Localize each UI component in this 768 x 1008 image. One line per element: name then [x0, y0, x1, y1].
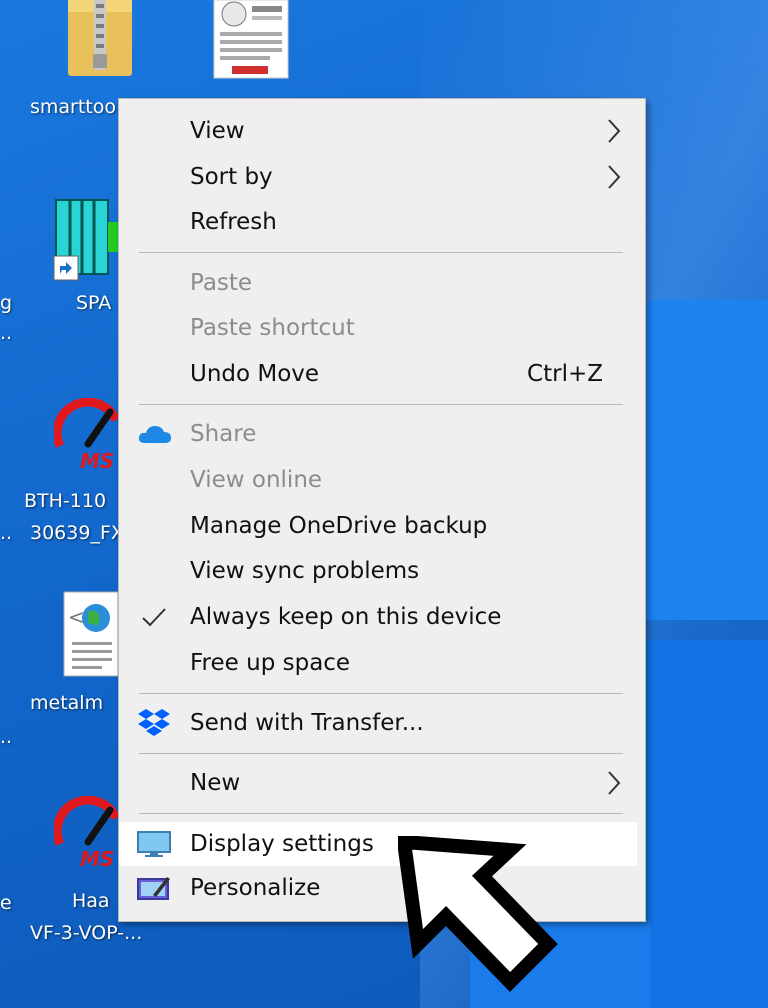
truncated-label-fragment: ..: [0, 322, 13, 344]
document-icon[interactable]: [212, 0, 290, 80]
menu-item-refresh[interactable]: Refresh: [119, 200, 645, 244]
menu-item-paste[interactable]: Paste: [119, 261, 645, 305]
menu-item-personalize[interactable]: Personalize: [119, 866, 645, 910]
desktop-icon-label[interactable]: 30639_FX: [30, 522, 124, 544]
personalize-icon: [137, 877, 170, 900]
menu-item-label: New: [190, 770, 241, 796]
wallpaper-pane: [640, 300, 768, 620]
menu-separator: [139, 693, 623, 694]
chevron-right-icon: [608, 771, 621, 795]
truncated-label-fragment: e: [0, 892, 12, 914]
desktop-context-menu: View Sort by Refresh Paste Paste shortcu…: [118, 98, 646, 922]
menu-item-share[interactable]: Share: [119, 412, 645, 456]
menu-item-new[interactable]: New: [119, 761, 645, 805]
truncated-label-fragment: ..: [0, 726, 13, 748]
menu-item-label: View online: [190, 467, 323, 493]
menu-item-label: View sync problems: [190, 558, 420, 584]
desktop-icon-label[interactable]: VF-3-VOP-...: [30, 922, 142, 944]
desktop-icon-label[interactable]: smarttoo: [30, 96, 116, 118]
menu-item-view-sync-problems[interactable]: View sync problems: [119, 549, 645, 593]
desktop-icon-label[interactable]: Haa: [72, 890, 110, 912]
menu-item-label: Paste: [190, 270, 253, 296]
menu-separator: [139, 813, 623, 814]
wallpaper-pane: [640, 640, 768, 1008]
menu-item-send-with-transfer[interactable]: Send with Transfer...: [119, 701, 645, 745]
menu-item-free-up-space[interactable]: Free up space: [119, 641, 645, 685]
menu-item-label: View: [190, 118, 245, 144]
dropbox-icon: [138, 709, 170, 736]
desktop-icon-label[interactable]: SPA: [76, 292, 111, 314]
truncated-label-fragment: ..: [0, 522, 13, 544]
menu-item-label: Always keep on this device: [190, 604, 502, 630]
menu-item-label: Manage OneDrive backup: [190, 513, 488, 539]
menu-item-manage-onedrive-backup[interactable]: Manage OneDrive backup: [119, 504, 645, 548]
menu-item-label: Personalize: [190, 875, 321, 901]
spa-app-icon[interactable]: [52, 196, 124, 286]
menu-item-display-settings[interactable]: Display settings: [119, 822, 637, 866]
menu-item-label: Share: [190, 421, 257, 447]
menu-item-paste-shortcut[interactable]: Paste shortcut: [119, 306, 645, 350]
menu-item-view[interactable]: View: [119, 109, 645, 153]
menu-item-label: Paste shortcut: [190, 315, 355, 341]
menu-item-sort-by[interactable]: Sort by: [119, 155, 645, 199]
onedrive-cloud-icon: [138, 426, 171, 443]
chevron-right-icon: [608, 165, 621, 189]
menu-item-label: Refresh: [190, 209, 277, 235]
desktop-icon-label[interactable]: metalm: [30, 692, 103, 714]
menu-item-shortcut: Ctrl+Z: [527, 361, 603, 387]
arrow-cursor-icon: [398, 836, 558, 992]
menu-item-view-online[interactable]: View online: [119, 458, 645, 502]
menu-item-label: Sort by: [190, 164, 273, 190]
menu-separator: [139, 753, 623, 754]
menu-item-label: Send with Transfer...: [190, 710, 424, 736]
svg-text:MS: MS: [80, 449, 114, 472]
desktop-icon-label[interactable]: BTH-110: [24, 490, 106, 512]
menu-item-label: Free up space: [190, 650, 351, 676]
menu-item-always-keep-on-device[interactable]: Always keep on this device: [119, 595, 645, 639]
svg-text:MS: MS: [80, 847, 114, 870]
zip-folder-icon[interactable]: [66, 0, 134, 80]
menu-item-undo-move[interactable]: Undo Move Ctrl+Z: [119, 352, 645, 396]
monitor-icon: [137, 831, 171, 857]
menu-separator: [139, 252, 623, 253]
html-document-icon[interactable]: <: [62, 590, 122, 680]
gauge-app-icon[interactable]: MS: [54, 796, 124, 870]
truncated-label-fragment: g: [0, 292, 13, 314]
menu-item-label: Undo Move: [190, 361, 320, 387]
menu-item-label: Display settings: [190, 831, 374, 857]
checkmark-icon: [142, 608, 166, 627]
gauge-app-icon[interactable]: MS: [54, 398, 124, 472]
menu-separator: [139, 404, 623, 405]
chevron-right-icon: [608, 119, 621, 143]
